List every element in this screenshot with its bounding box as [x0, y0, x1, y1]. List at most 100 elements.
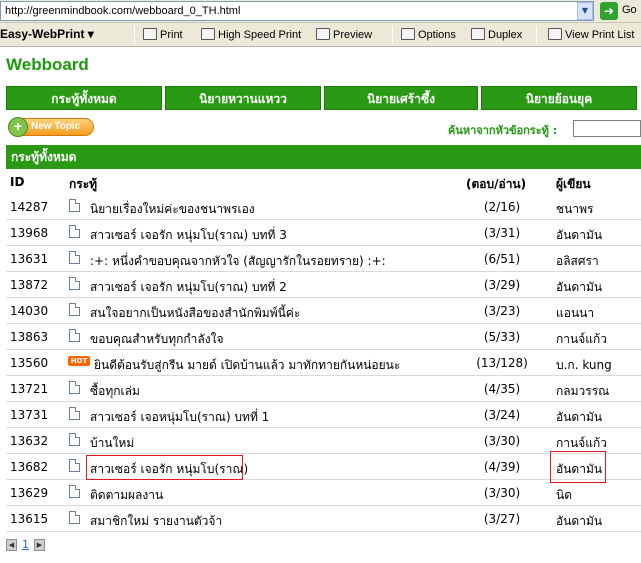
author-name: อันดามัน — [556, 280, 603, 294]
options-icon — [401, 28, 415, 40]
table-row: 13632 บ้านใหม่ (3/30) กานจ์แก้ว — [6, 428, 641, 454]
document-icon — [69, 199, 80, 212]
document-icon — [69, 329, 80, 342]
table-row: 14030 สนใจอยากเป็นหนังสือของสำนักพิมพ์นี… — [6, 298, 641, 324]
topic-link[interactable]: สมาชิกใหม่ รายงานตัวจ้า — [90, 512, 222, 531]
document-icon — [69, 511, 80, 524]
table-row: 13872 สาวเซอร์ เจอรัก หนุ่มโบ(ราณ) บทที่… — [6, 272, 641, 298]
topic-link[interactable]: ขอบคุณสำหรับทุกกำลังใจ — [90, 330, 224, 349]
toolbar-separator — [392, 26, 393, 44]
row-id: 14030 — [10, 304, 49, 318]
new-topic-button[interactable]: + New Topic — [8, 117, 94, 137]
row-id: 13968 — [10, 226, 49, 240]
table-row: 13968 สาวเซอร์ เจอรัก หนุ่มโบ(ราณ) บทที่… — [6, 220, 641, 246]
nav-all-topics[interactable]: กระทู้ทั้งหมด — [6, 86, 162, 110]
row-id: 13560 — [10, 356, 49, 370]
topic-search-input[interactable] — [573, 120, 641, 137]
duplex-button[interactable]: Duplex — [471, 26, 522, 44]
toolbar-brand[interactable]: Easy-WebPrint ▾ — [0, 27, 94, 41]
nav-sad-novels[interactable]: นิยายเศร้าซึ้ง — [324, 86, 478, 110]
topic-link[interactable]: นิยายเรื่องใหม่ค่ะของชนาพรเอง — [90, 200, 255, 219]
reply-read-count: (3/30) — [483, 434, 521, 448]
view-print-list-button[interactable]: View Print List — [548, 26, 635, 44]
topic-link[interactable]: สาวเซอร์ เจอรัก หนุ่มโบ(ราณ) บทที่ 3 — [90, 226, 287, 245]
options-button[interactable]: Options — [401, 26, 456, 44]
topic-link[interactable]: ติดตามผลงาน — [90, 486, 163, 505]
document-icon — [69, 303, 80, 316]
topic-link[interactable]: ยินดีต้อนรับสู่กรีน มายด์ เปิดบ้านแล้ว ม… — [94, 356, 400, 375]
author-name: อันดามัน — [556, 228, 603, 242]
address-bar-row: http://greenmindbook.com/webboard_0_TH.h… — [0, 0, 641, 23]
nav-sweet-novels[interactable]: นิยายหวานแหวว — [165, 86, 321, 110]
author-name: อันดามัน — [556, 410, 603, 424]
author-name: แอนนา — [556, 306, 595, 320]
category-nav: กระทู้ทั้งหมด นิยายหวานแหวว นิยายเศร้าซึ… — [6, 86, 641, 110]
header-count: (ตอบ/อ่าน) — [466, 177, 527, 191]
url-dropdown-icon[interactable]: ▼ — [577, 2, 593, 20]
toolbar-separator — [134, 26, 135, 44]
print-button[interactable]: Print — [143, 26, 183, 44]
author-name: อันดามัน — [556, 514, 603, 528]
author-name: นิด — [556, 488, 572, 502]
reply-read-count: (2/16) — [483, 200, 521, 214]
header-topic: กระทู้ — [69, 177, 98, 191]
document-icon — [69, 251, 80, 264]
row-id: 13863 — [10, 330, 49, 344]
page-title: Webboard — [6, 55, 89, 74]
hot-badge-icon: HOT — [68, 356, 90, 366]
reply-read-count: (4/39) — [483, 460, 521, 474]
reply-read-count: (13/128) — [476, 356, 528, 370]
row-id: 13629 — [10, 486, 49, 500]
author-name: ชนาพร — [556, 202, 594, 216]
go-arrow-icon: ➜ — [600, 2, 618, 20]
table-row: 13721 ซื้อทุกเล่ม (4/35) กลมวรรณ — [6, 376, 641, 402]
row-id: 14287 — [10, 200, 49, 214]
fast-printer-icon — [201, 28, 215, 40]
high-speed-print-button[interactable]: High Speed Print — [201, 26, 301, 44]
topic-link[interactable]: สนใจอยากเป็นหนังสือของสำนักพิมพ์นี้ค่ะ — [90, 304, 300, 323]
duplex-icon — [471, 28, 485, 40]
author-name: บ.ก. kung — [556, 358, 612, 372]
reply-read-count: (3/27) — [483, 512, 521, 526]
document-icon — [69, 277, 80, 290]
plus-icon: + — [8, 117, 28, 137]
header-id: ID — [10, 175, 25, 189]
reply-read-count: (3/24) — [483, 408, 521, 422]
table-row: 13560 HOT ยินดีต้อนรับสู่กรีน มายด์ เปิด… — [6, 350, 641, 376]
nav-historical-novels[interactable]: นิยายย้อนยุค — [481, 86, 637, 110]
reply-read-count: (3/29) — [483, 278, 521, 292]
row-id: 13632 — [10, 434, 49, 448]
topic-link[interactable]: สาวเซอร์ เจอรัก หนุ่มโบ(ราณ) บทที่ 2 — [90, 278, 287, 297]
reply-read-count: (4/35) — [483, 382, 521, 396]
topic-link[interactable]: บ้านใหม่ — [90, 434, 134, 453]
table-row: 14287 นิยายเรื่องใหม่ค่ะของชนาพรเอง (2/1… — [6, 194, 641, 220]
row-id: 13682 — [10, 460, 49, 474]
document-icon — [69, 433, 80, 446]
author-name: อลิสศรา — [556, 254, 599, 268]
print-list-icon — [548, 28, 562, 40]
go-button[interactable]: ➜ Go — [598, 1, 641, 21]
printer-icon — [143, 28, 157, 40]
author-name: กานจ์แก้ว — [556, 332, 607, 346]
topic-link[interactable]: :+: หนึ่งคำขอบคุณจากหัวใจ (สัญญารักในรอย… — [90, 252, 386, 271]
next-page-icon[interactable]: ▶ — [34, 539, 45, 551]
table-row: 13863 ขอบคุณสำหรับทุกกำลังใจ (5/33) กานจ… — [6, 324, 641, 350]
row-id: 13731 — [10, 408, 49, 422]
reply-read-count: (3/30) — [483, 486, 521, 500]
highlight-box-author — [550, 451, 606, 483]
reply-read-count: (5/33) — [483, 330, 521, 344]
go-label: Go — [622, 4, 637, 16]
document-icon — [69, 225, 80, 238]
url-field[interactable]: http://greenmindbook.com/webboard_0_TH.h… — [0, 1, 594, 21]
page-link[interactable]: 1 — [22, 538, 29, 551]
topic-link[interactable]: ซื้อทุกเล่ม — [90, 382, 140, 401]
highlight-box-title — [86, 455, 243, 480]
search-label: ค้นหาจากหัวข้อกระทู้ : — [448, 124, 558, 137]
easy-webprint-toolbar: Easy-WebPrint ▾ Print High Speed Print P… — [0, 23, 641, 47]
preview-button[interactable]: Preview — [316, 26, 372, 44]
row-id: 13872 — [10, 278, 49, 292]
topic-link[interactable]: สาวเซอร์ เจอหนุ่มโบ(ราณ) บทที่ 1 — [90, 408, 269, 427]
reply-read-count: (3/31) — [483, 226, 521, 240]
row-id: 13631 — [10, 252, 49, 266]
prev-page-icon[interactable]: ◀ — [6, 539, 17, 551]
